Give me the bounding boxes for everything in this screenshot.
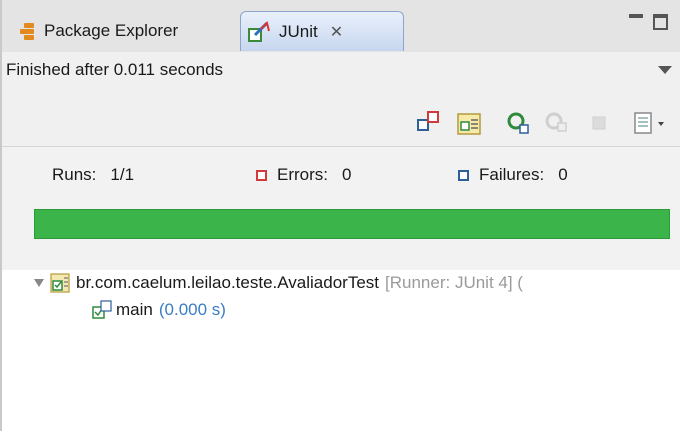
- runs-counter: Runs: 1/1: [52, 165, 134, 185]
- failure-icon: [458, 169, 469, 181]
- history-dropdown-button[interactable]: [632, 110, 668, 136]
- rerun-failed-first-icon: [545, 112, 567, 132]
- next-failure-button[interactable]: [416, 110, 442, 136]
- failures-label: Failures:: [479, 165, 545, 184]
- tree-item-suite[interactable]: br.com.caelum.leilao.teste.AvaliadorTest…: [34, 272, 523, 294]
- previous-failure-icon: [457, 113, 481, 135]
- package-explorer-icon: [20, 20, 36, 42]
- runs-label: Runs:: [52, 165, 97, 184]
- rerun-failed-first-button[interactable]: [543, 110, 569, 136]
- next-failure-icon: [417, 111, 439, 131]
- test-case-name: main: [116, 300, 153, 319]
- history-icon: [634, 112, 664, 134]
- test-tree[interactable]: br.com.caelum.leilao.teste.AvaliadorTest…: [2, 270, 680, 431]
- junit-view: Package Explorer JUnit ✕ Finished after …: [0, 0, 680, 431]
- runs-value: 1/1: [110, 165, 135, 184]
- close-icon[interactable]: ✕: [330, 22, 343, 42]
- stop-icon: [592, 116, 606, 130]
- failures-counter: Failures: 0: [458, 165, 568, 185]
- stop-button[interactable]: [586, 110, 612, 136]
- test-case-time: (0.000 s): [158, 300, 226, 319]
- suite-name: br.com.caelum.leilao.teste.AvaliadorTest: [76, 273, 380, 292]
- progress-bar: [34, 209, 670, 239]
- suite-runner: [Runner: JUnit 4] (: [385, 273, 523, 292]
- junit-icon: [247, 20, 271, 43]
- maximize-icon[interactable]: [653, 14, 668, 30]
- minimize-icon[interactable]: [629, 14, 643, 18]
- rerun-test-icon: [507, 112, 529, 134]
- test-suite-ok-icon: [50, 272, 72, 294]
- errors-label: Errors:: [277, 165, 328, 184]
- tab-label: Package Explorer: [44, 21, 179, 40]
- tab-junit[interactable]: JUnit ✕: [240, 11, 404, 51]
- tab-label: JUnit: [279, 21, 318, 41]
- view-tab-bar: Package Explorer JUnit ✕: [2, 0, 680, 53]
- expand-twisty-icon[interactable]: [34, 279, 44, 287]
- tree-item-test-case[interactable]: main (0.000 s): [92, 300, 226, 320]
- view-menu-icon[interactable]: [658, 66, 672, 74]
- error-icon: [256, 169, 267, 181]
- failures-value: 0: [558, 165, 568, 184]
- test-case-ok-icon: [92, 300, 112, 320]
- errors-counter: Errors: 0: [256, 165, 351, 185]
- status-message: Finished after 0.011 seconds: [6, 60, 224, 79]
- tab-package-explorer[interactable]: Package Explorer: [20, 12, 178, 50]
- test-counters-panel: Runs: 1/1 Errors: 0 Failures: 0: [2, 146, 680, 271]
- errors-value: 0: [342, 165, 352, 184]
- rerun-test-button[interactable]: [505, 110, 531, 136]
- previous-failure-button[interactable]: [456, 110, 482, 136]
